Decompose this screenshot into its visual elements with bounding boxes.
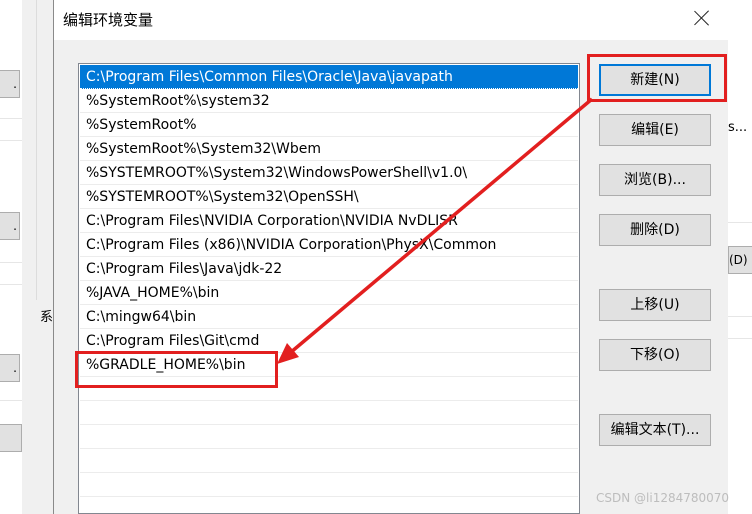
background-divider	[0, 118, 22, 119]
list-item[interactable]: %JAVA_HOME%\bin	[80, 281, 578, 305]
background-divider	[728, 222, 752, 223]
background-button: .	[0, 212, 20, 240]
delete-button[interactable]: 删除(D)	[599, 214, 711, 246]
background-divider	[0, 284, 22, 285]
background-window-right: s... (D)	[728, 0, 752, 514]
background-window-gap: 系	[22, 0, 54, 514]
watermark: CSDN @li1284780070	[596, 491, 730, 505]
background-button	[0, 424, 22, 452]
path-list[interactable]: C:\Program Files\Common Files\Oracle\Jav…	[78, 63, 580, 514]
list-item-empty[interactable]	[80, 449, 578, 473]
background-groupbox-line	[36, 0, 37, 300]
background-divider	[0, 140, 22, 141]
list-item[interactable]: C:\Program Files\Git\cmd	[80, 329, 578, 353]
list-item[interactable]: %SYSTEMROOT%\System32\WindowsPowerShell\…	[80, 161, 578, 185]
background-button: (D)	[728, 246, 752, 274]
list-item[interactable]: %GRADLE_HOME%\bin	[80, 353, 578, 377]
background-divider	[0, 262, 22, 263]
list-item[interactable]: %SYSTEMROOT%\System32\OpenSSH\	[80, 185, 578, 209]
new-button[interactable]: 新建(N)	[599, 64, 711, 96]
list-item[interactable]: C:\mingw64\bin	[80, 305, 578, 329]
browse-button[interactable]: 浏览(B)...	[599, 164, 711, 196]
edit-environment-variable-dialog: 编辑环境变量 C:\Program Files\Common Files\Ora…	[53, 0, 728, 514]
list-item-empty[interactable]	[80, 425, 578, 449]
list-item[interactable]: C:\Program Files (x86)\NVIDIA Corporatio…	[80, 233, 578, 257]
list-item[interactable]: C:\Program Files\Java\jdk-22	[80, 257, 578, 281]
title-bar: 编辑环境变量	[54, 0, 728, 40]
list-item-empty[interactable]	[80, 377, 578, 401]
edit-button[interactable]: 编辑(E)	[599, 114, 711, 146]
background-divider	[728, 338, 752, 339]
list-item-empty[interactable]	[80, 401, 578, 425]
list-item[interactable]: C:\Program Files\Common Files\Oracle\Jav…	[80, 65, 578, 89]
background-divider	[728, 316, 752, 317]
list-item-empty[interactable]	[80, 473, 578, 497]
close-icon[interactable]	[694, 10, 710, 26]
move-down-button[interactable]: 下移(O)	[599, 339, 711, 371]
list-item[interactable]: %SystemRoot%\system32	[80, 89, 578, 113]
background-button: .	[0, 70, 20, 98]
list-item[interactable]: %SystemRoot%	[80, 113, 578, 137]
background-window-left: . . .	[0, 0, 23, 514]
list-item[interactable]: C:\Program Files\NVIDIA Corporation\NVID…	[80, 209, 578, 233]
background-text: s...	[728, 120, 748, 135]
list-item[interactable]: %SystemRoot%\System32\Wbem	[80, 137, 578, 161]
dialog-title: 编辑环境变量	[63, 11, 154, 29]
move-up-button[interactable]: 上移(U)	[599, 289, 711, 321]
background-group-label: 系	[40, 310, 54, 325]
edit-text-button[interactable]: 编辑文本(T)...	[599, 414, 711, 446]
background-divider	[0, 400, 22, 401]
background-button: .	[0, 354, 20, 382]
